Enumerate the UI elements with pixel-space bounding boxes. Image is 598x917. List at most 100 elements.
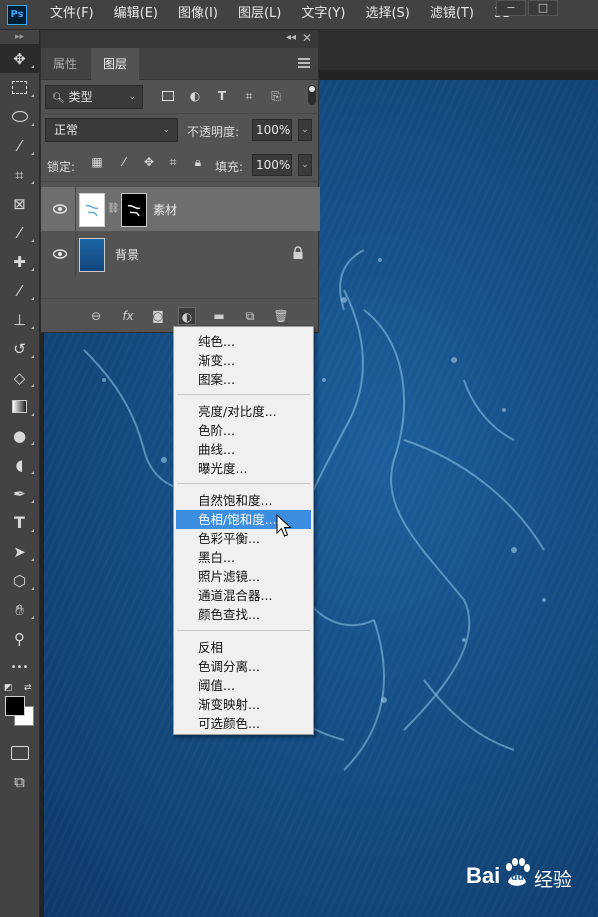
tab-layers[interactable]: 图层 xyxy=(91,48,140,80)
fx-icon[interactable]: fx xyxy=(119,307,137,325)
adjustment-layer-icon[interactable]: ◐ xyxy=(178,307,196,325)
maximize-button[interactable]: □ xyxy=(528,0,558,16)
menu-item-levels[interactable]: 色阶... xyxy=(174,421,313,440)
stamp-icon: ⊥ xyxy=(12,310,27,329)
shape-tool[interactable]: ⬡ xyxy=(0,566,39,595)
menu-item-pattern[interactable]: 图案... xyxy=(174,370,313,389)
menu-image[interactable]: 图像(I) xyxy=(168,0,228,30)
menu-filter[interactable]: 滤镜(T) xyxy=(420,0,484,30)
zoom-tool[interactable]: ⚲ xyxy=(0,624,39,653)
blur-tool[interactable]: ● xyxy=(0,421,39,450)
hand-tool[interactable]: ✋︎ xyxy=(0,595,39,624)
color-swatches: ◩ ⇄ xyxy=(0,682,39,738)
quick-mask-button[interactable] xyxy=(0,738,39,767)
opacity-input[interactable]: 100% xyxy=(252,119,292,141)
crop-tool[interactable]: ⌗ xyxy=(0,160,39,189)
layer-row-sucai[interactable]: ⛓ 素材 xyxy=(41,187,320,231)
visibility-eye-icon[interactable] xyxy=(53,202,67,216)
menu-item-gradient-map[interactable]: 渐变映射... xyxy=(174,695,313,714)
dodge-tool[interactable]: ◖ xyxy=(0,450,39,479)
default-colors-icon[interactable]: ◩ xyxy=(4,683,13,693)
collapse-panel-icon[interactable]: ◂◂ xyxy=(286,32,296,43)
tab-properties[interactable]: 属性 xyxy=(41,48,89,80)
menu-item-vibrance[interactable]: 自然饱和度... xyxy=(174,491,313,510)
menu-item-black-white[interactable]: 黑白... xyxy=(174,548,313,567)
menu-item-color-balance[interactable]: 色彩平衡... xyxy=(174,529,313,548)
pen-tool[interactable]: ✒ xyxy=(0,479,39,508)
menu-item-color-lookup[interactable]: 颜色查找... xyxy=(174,605,313,624)
more-tools[interactable]: ••• xyxy=(0,653,39,682)
eraser-tool[interactable]: ◇ xyxy=(0,363,39,392)
opacity-dropdown-arrow[interactable]: ⌄ xyxy=(298,119,312,141)
menu-edit[interactable]: 编辑(E) xyxy=(104,0,168,30)
menu-layer[interactable]: 图层(L) xyxy=(228,0,291,30)
new-layer-icon[interactable]: ⧉ xyxy=(241,307,259,325)
menu-item-exposure[interactable]: 曝光度... xyxy=(174,459,313,478)
eyedropper-tool[interactable]: ⁄ xyxy=(0,218,39,247)
delete-layer-icon[interactable]: 🗑︎ xyxy=(272,307,290,325)
new-group-icon[interactable]: ▬ xyxy=(210,307,228,325)
filter-smart-object-icon[interactable]: ⎘ xyxy=(267,85,285,107)
filter-pixel-icon[interactable] xyxy=(159,85,177,107)
healing-tool[interactable]: ✚ xyxy=(0,247,39,276)
layer-filter-select[interactable]: 🔍︎ 类型 ⌄ xyxy=(45,85,143,109)
link-layers-icon[interactable]: ⊖ xyxy=(87,307,105,325)
menu-item-gradient[interactable]: 渐变... xyxy=(174,351,313,370)
pen-icon: ✒ xyxy=(13,484,26,503)
menu-item-curves[interactable]: 曲线... xyxy=(174,440,313,459)
lock-artboard-icon[interactable]: ⌗ xyxy=(165,153,181,171)
history-brush-tool[interactable]: ↺ xyxy=(0,334,39,363)
stamp-tool[interactable]: ⊥ xyxy=(0,305,39,334)
layer-thumbnail[interactable] xyxy=(79,238,105,272)
dodge-icon: ◖ xyxy=(15,455,24,474)
fill-input[interactable]: 100% xyxy=(252,154,292,176)
menu-item-brightness-contrast[interactable]: 亮度/对比度... xyxy=(174,402,313,421)
marquee-tool[interactable] xyxy=(0,73,39,102)
move-tool[interactable]: ✥ xyxy=(0,44,39,73)
menu-item-solid-color[interactable]: 纯色... xyxy=(174,332,313,351)
menu-type[interactable]: 文字(Y) xyxy=(291,0,355,30)
filter-toggle[interactable] xyxy=(308,85,316,105)
lock-all-icon[interactable]: 🔒︎ xyxy=(190,153,206,171)
mask-link-icon[interactable]: ⛓ xyxy=(107,203,120,214)
lock-transparent-icon[interactable]: ▦ xyxy=(89,153,105,171)
close-panel-icon[interactable]: ✕ xyxy=(302,31,312,45)
blend-mode-select[interactable]: 正常 ⌄ xyxy=(45,118,178,142)
menu-select[interactable]: 选择(S) xyxy=(355,0,419,30)
quick-select-tool[interactable]: ⁄ xyxy=(0,131,39,160)
layer-thumbnail[interactable] xyxy=(79,193,105,227)
path-select-tool[interactable]: ➤ xyxy=(0,537,39,566)
filter-type-icon[interactable]: T xyxy=(213,85,231,107)
filter-adjustment-icon[interactable]: ◐ xyxy=(186,85,204,107)
foreground-color[interactable] xyxy=(5,696,25,716)
layer-row-background[interactable]: 背景 xyxy=(41,232,320,276)
type-tool[interactable]: T xyxy=(0,508,39,537)
gradient-tool[interactable] xyxy=(0,392,39,421)
menu-item-photo-filter[interactable]: 照片滤镜... xyxy=(174,567,313,586)
panel-menu-icon[interactable] xyxy=(298,58,310,68)
frame-tool[interactable]: ⊠ xyxy=(0,189,39,218)
lock-image-icon[interactable]: ⁄ xyxy=(116,153,132,171)
menu-item-selective-color[interactable]: 可选颜色... xyxy=(174,714,313,733)
menu-file[interactable]: 文件(F) xyxy=(40,0,104,30)
blur-icon: ● xyxy=(12,426,27,445)
visibility-eye-icon[interactable] xyxy=(53,247,67,261)
menu-item-posterize[interactable]: 色调分离... xyxy=(174,657,313,676)
menu-item-channel-mixer[interactable]: 通道混合器... xyxy=(174,586,313,605)
brush-tool[interactable]: ⁄ xyxy=(0,276,39,305)
menu-item-threshold[interactable]: 阈值... xyxy=(174,676,313,695)
add-mask-icon[interactable]: ◙ xyxy=(149,307,167,325)
swap-colors-icon[interactable]: ⇄ xyxy=(24,683,32,693)
lasso-tool[interactable] xyxy=(0,102,39,131)
toolbar-grip[interactable]: ▸▸ xyxy=(0,30,39,44)
filter-shape-icon[interactable]: ⌗ xyxy=(240,85,258,107)
history-brush-icon: ↺ xyxy=(13,339,26,358)
type-icon: T xyxy=(14,513,25,532)
layer-mask-thumbnail[interactable] xyxy=(121,193,147,227)
fill-dropdown-arrow[interactable]: ⌄ xyxy=(298,154,312,176)
screen-mode-button[interactable]: ⧉ xyxy=(0,767,39,796)
lock-position-icon[interactable]: ✥ xyxy=(141,153,157,171)
minimize-button[interactable]: − xyxy=(496,0,526,16)
mouse-pointer-icon xyxy=(276,514,292,537)
menu-item-invert[interactable]: 反相 xyxy=(174,638,313,657)
